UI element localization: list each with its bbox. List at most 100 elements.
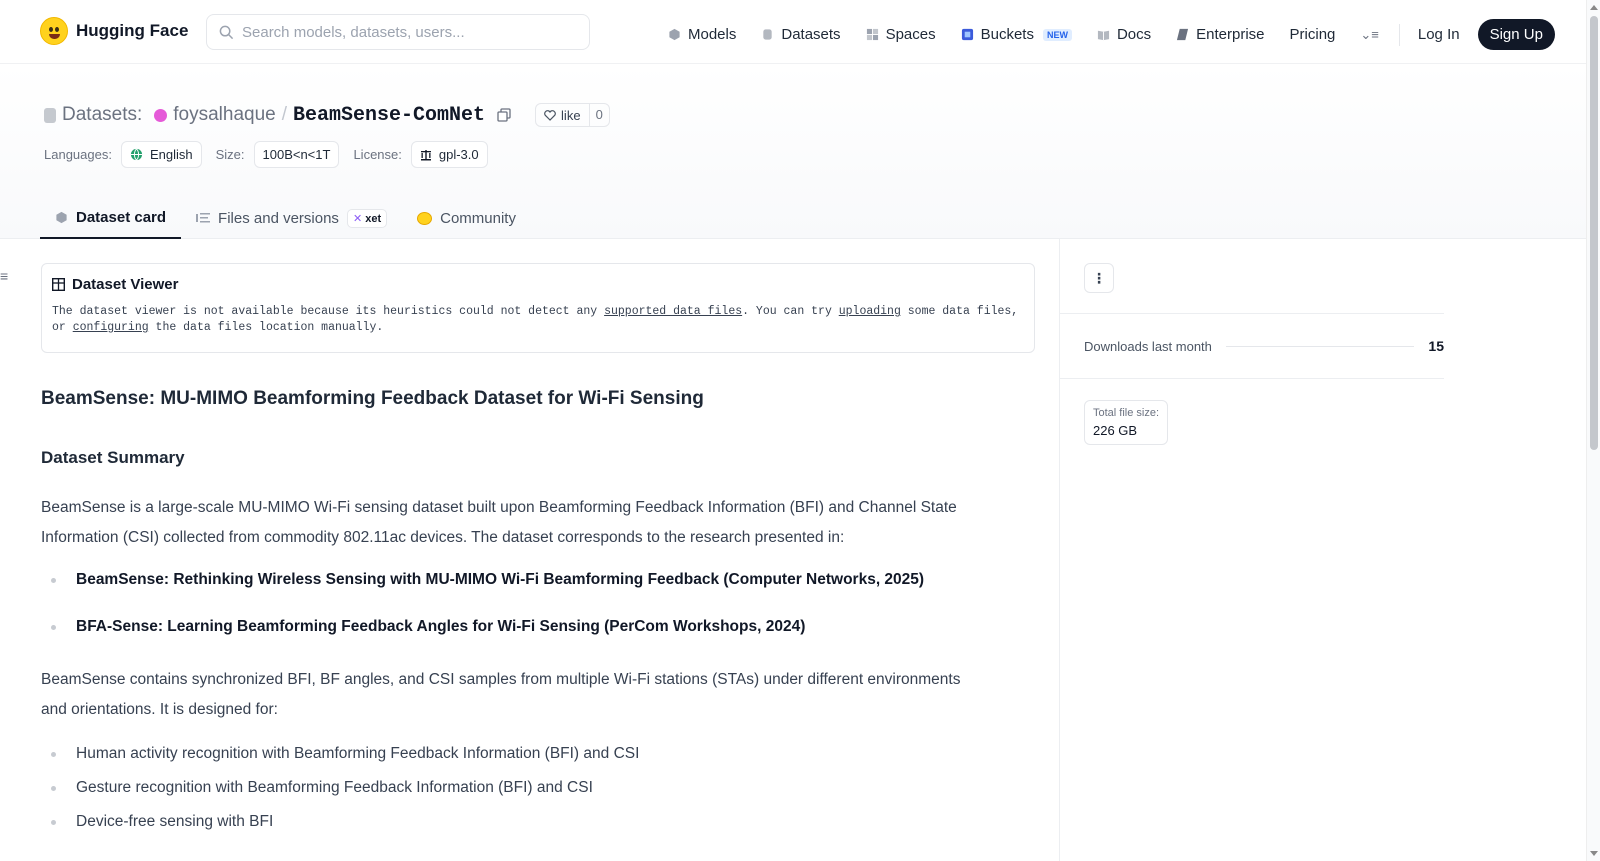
tab-community-label: Community <box>440 209 516 227</box>
copy-icon[interactable] <box>497 108 511 122</box>
file-size-card: Total file size: 226 GB <box>1084 400 1169 445</box>
repo-name-link[interactable]: BeamSense-ComNet <box>293 104 485 127</box>
like-label: like <box>561 107 581 123</box>
paper-title: BeamSense: Rethinking Wireless Sensing w… <box>76 571 925 588</box>
breadcrumb-separator: / <box>281 104 288 125</box>
nav-spaces[interactable]: Spaces <box>866 26 936 43</box>
language-value: English <box>149 147 193 162</box>
size-label: Size: <box>215 147 245 162</box>
table-icon <box>52 278 65 291</box>
nav-divider <box>1398 23 1400 46</box>
sidebar-toggle-icon[interactable]: ≡ <box>0 268 8 284</box>
brand-name: Hugging Face <box>76 21 189 40</box>
breadcrumb: Datasets: foysalhaque / BeamSense-ComNet… <box>44 103 610 127</box>
nav-models[interactable]: Models <box>668 26 736 43</box>
license-value: gpl-3.0 <box>438 147 479 162</box>
more-menu-icon[interactable]: ⌄≡ <box>1360 27 1378 43</box>
database-icon <box>44 107 56 123</box>
bucket-icon <box>961 28 973 41</box>
more-options-button[interactable]: ⋮ <box>1084 263 1114 293</box>
card-title: BeamSense: MU-MIMO Beamforming Feedback … <box>41 388 704 409</box>
scroll-up-arrow-icon[interactable] <box>1590 5 1598 10</box>
nav-enterprise[interactable]: Enterprise <box>1176 26 1265 43</box>
use-item: Device-free sensing with BFI <box>76 813 274 830</box>
search-input[interactable] <box>242 23 562 41</box>
repo-tabs: Dataset card Files and versions ✕ xet Co… <box>40 197 531 239</box>
nav-buckets[interactable]: Buckets NEW <box>961 26 1072 43</box>
cube-icon <box>56 211 67 223</box>
downloads-stat: Downloads last month 15 <box>1084 338 1444 354</box>
paper-title: BFA-Sense: Learning Beamforming Feedback… <box>76 618 806 635</box>
dataset-viewer-title: Dataset Viewer <box>72 276 179 293</box>
nav-docs-label: Docs <box>1116 26 1152 43</box>
downloads-label: Downloads last month <box>1084 338 1212 354</box>
sidebar-divider-line <box>1060 313 1444 314</box>
size-value: 100B<n<1T <box>262 147 331 162</box>
bullet <box>51 624 56 630</box>
enterprise-icon <box>1177 28 1189 41</box>
viewer-text-2: . You can try <box>742 305 839 318</box>
sidebar-divider-line <box>1060 378 1444 379</box>
page-scrollbar[interactable] <box>1586 0 1600 861</box>
section-label: Datasets: <box>62 104 143 125</box>
like-widget: like 0 <box>535 103 610 127</box>
downloads-value: 15 <box>1428 338 1444 354</box>
size-tag[interactable]: 100B<n<1T <box>253 141 340 168</box>
tab-files-label: Files and versions <box>218 209 339 227</box>
dataset-viewer-panel: Dataset Viewer The dataset viewer is not… <box>41 263 1035 353</box>
nav-datasets[interactable]: Datasets <box>761 26 841 43</box>
search-icon <box>219 25 234 39</box>
dataset-card-content: BeamSense: MU-MIMO Beamforming Feedback … <box>41 388 981 847</box>
scale-icon <box>420 149 431 160</box>
tab-dataset-card[interactable]: Dataset card <box>40 197 182 239</box>
list-item: Device-free sensing with BFI <box>41 813 981 831</box>
dataset-viewer-heading: Dataset Viewer <box>52 276 1024 293</box>
bullet <box>51 785 56 791</box>
tag-row: Languages: English Size: 100B<n<1T Licen… <box>44 141 502 168</box>
list-item: BFA-Sense: Learning Beamforming Feedback… <box>41 618 981 636</box>
scrollbar-thumb[interactable] <box>1590 16 1598 450</box>
nav-pricing[interactable]: Pricing <box>1290 26 1336 43</box>
owner-link[interactable]: foysalhaque <box>173 104 275 126</box>
downloads-sparkline <box>1225 345 1415 347</box>
tab-community[interactable]: Community <box>402 197 531 239</box>
license-tag[interactable]: gpl-3.0 <box>410 141 488 168</box>
file-size-label: Total file size: <box>1093 407 1160 419</box>
xet-badge: ✕ xet <box>346 208 388 228</box>
file-list-icon <box>196 213 211 223</box>
supported-data-files-link[interactable]: supported data files <box>604 305 742 318</box>
hugging-face-logo-icon <box>40 17 68 45</box>
tab-dataset-card-label: Dataset card <box>76 208 167 226</box>
nav-enterprise-label: Enterprise <box>1196 26 1265 43</box>
nav-docs[interactable]: Docs <box>1097 26 1151 43</box>
viewer-text-4: the data files location manually. <box>148 321 384 334</box>
like-button[interactable]: like <box>536 108 589 123</box>
language-tag[interactable]: English <box>120 141 202 168</box>
search-box[interactable] <box>206 14 590 50</box>
viewer-text-1: The dataset viewer is not available beca… <box>52 305 605 318</box>
login-link[interactable]: Log In <box>1418 26 1460 43</box>
nav-pricing-label: Pricing <box>1289 26 1336 43</box>
brand-logo-link[interactable]: Hugging Face <box>40 17 188 45</box>
heart-icon <box>544 109 556 121</box>
new-badge: NEW <box>1042 28 1072 41</box>
database-icon <box>763 29 773 40</box>
xet-logo-icon: ✕ <box>352 212 363 225</box>
list-item: BeamSense: Rethinking Wireless Sensing w… <box>41 571 981 589</box>
bullet <box>51 577 56 583</box>
uploading-link[interactable]: uploading <box>839 305 901 318</box>
top-navbar: Hugging Face Models Datasets Spaces Buck… <box>0 0 1586 64</box>
signup-button[interactable]: Sign Up <box>1477 19 1555 50</box>
bullet <box>51 819 56 825</box>
list-item: Human activity recognition with Beamform… <box>41 745 981 763</box>
scroll-down-arrow-icon[interactable] <box>1590 851 1598 856</box>
sidebar-divider <box>1059 239 1060 861</box>
xet-badge-label: xet <box>365 212 382 225</box>
configuring-link[interactable]: configuring <box>73 321 149 334</box>
tab-files[interactable]: Files and versions ✕ xet <box>181 197 402 239</box>
contents-paragraph: BeamSense contains synchronized BFI, BF … <box>41 671 961 718</box>
papers-list: BeamSense: Rethinking Wireless Sensing w… <box>41 571 981 636</box>
use-item: Gesture recognition with Beamforming Fee… <box>76 779 593 796</box>
list-item: Gesture recognition with Beamforming Fee… <box>41 779 981 797</box>
like-count[interactable]: 0 <box>588 104 609 126</box>
